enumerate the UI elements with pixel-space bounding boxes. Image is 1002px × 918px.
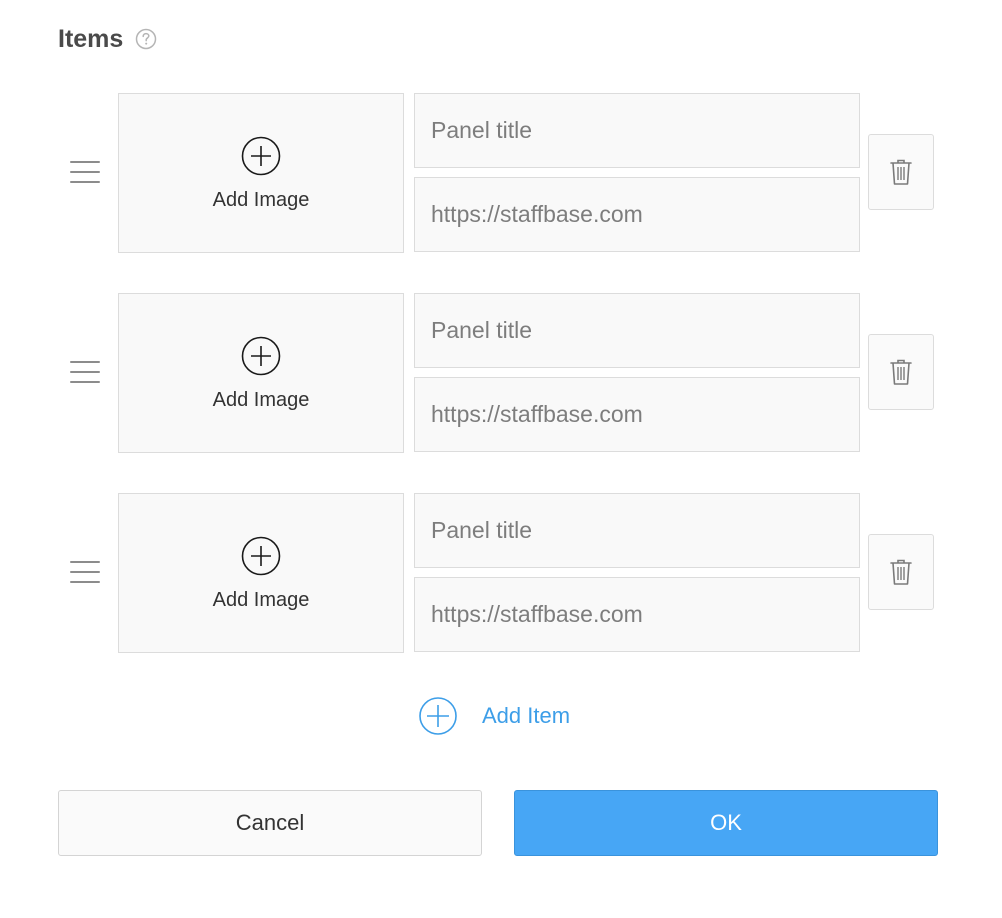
panel-title-input[interactable] (414, 93, 860, 168)
trash-icon (890, 159, 912, 185)
panel-title-input[interactable] (414, 493, 860, 568)
ok-button[interactable]: OK (514, 790, 938, 856)
plus-circle-icon (241, 336, 281, 376)
trash-icon (890, 359, 912, 385)
panel-url-input[interactable] (414, 577, 860, 652)
add-image-button[interactable]: Add Image (118, 293, 404, 453)
drag-handle-icon[interactable] (70, 161, 100, 185)
plus-circle-icon (241, 536, 281, 576)
plus-circle-icon (241, 136, 281, 176)
panel-url-input[interactable] (414, 177, 860, 252)
panel-title-input[interactable] (414, 293, 860, 368)
add-image-button[interactable]: Add Image (118, 93, 404, 253)
add-image-label: Add Image (212, 189, 310, 211)
item-row: Add Image (0, 93, 1002, 255)
add-item-button[interactable]: Add Item (418, 696, 570, 736)
trash-icon (890, 559, 912, 585)
help-icon[interactable] (135, 28, 157, 50)
add-image-label: Add Image (212, 589, 310, 611)
delete-item-button[interactable] (868, 134, 934, 210)
add-item-label: Add Item (482, 703, 571, 728)
item-row: Add Image (0, 493, 1002, 655)
add-image-button[interactable]: Add Image (118, 493, 404, 653)
delete-item-button[interactable] (868, 334, 934, 410)
item-row: Add Image (0, 293, 1002, 455)
delete-item-button[interactable] (868, 534, 934, 610)
cancel-button[interactable]: Cancel (58, 790, 482, 856)
section-header: Items (58, 22, 157, 56)
drag-handle-icon[interactable] (70, 561, 100, 585)
drag-handle-icon[interactable] (70, 361, 100, 385)
panel-url-input[interactable] (414, 377, 860, 452)
section-title: Items (58, 24, 124, 53)
add-image-label: Add Image (212, 389, 310, 411)
plus-circle-icon (418, 696, 458, 736)
